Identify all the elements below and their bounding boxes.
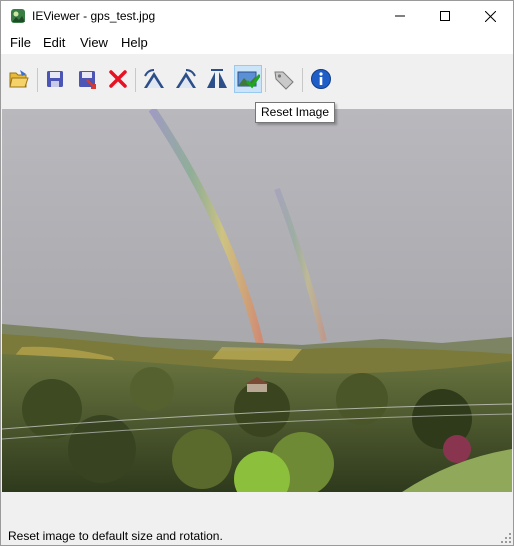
resize-grip-icon[interactable]: [501, 533, 511, 543]
rotate-left-icon: [144, 69, 164, 88]
menu-file[interactable]: File: [10, 35, 31, 50]
rotate-left-button[interactable]: [140, 65, 168, 93]
toolbar: [1, 56, 513, 104]
maximize-button[interactable]: [422, 1, 468, 31]
app-logo-icon: [11, 9, 25, 23]
menu-bar: File Edit View Help: [1, 31, 513, 54]
flip-icon: [207, 69, 227, 88]
status-bar: Reset image to default size and rotation…: [1, 525, 513, 545]
delete-button[interactable]: [104, 65, 132, 93]
open-button[interactable]: [5, 65, 33, 93]
save-as-icon: [79, 71, 96, 89]
close-icon: [484, 10, 496, 22]
minimize-button[interactable]: [377, 1, 423, 31]
menu-edit[interactable]: Edit: [43, 35, 65, 50]
save-button[interactable]: [41, 65, 69, 93]
minimize-icon: [395, 15, 405, 17]
info-button[interactable]: [307, 65, 335, 93]
landscape-photo: [2, 109, 512, 492]
reset-image-button[interactable]: [234, 65, 262, 93]
image-viewport[interactable]: [2, 109, 512, 492]
toolbar-separator: [135, 68, 136, 92]
floppy-disk-icon: [47, 71, 63, 87]
status-text: Reset image to default size and rotation…: [8, 529, 223, 543]
red-x-icon: [109, 70, 127, 88]
tooltip-reset-image: Reset Image: [255, 102, 336, 123]
close-button[interactable]: [467, 1, 513, 31]
toolbar-separator: [302, 68, 303, 92]
rotate-right-icon: [176, 69, 196, 88]
info-icon: [311, 69, 331, 89]
maximize-icon: [440, 11, 450, 21]
flip-button[interactable]: [203, 65, 231, 93]
save-as-button[interactable]: [73, 65, 101, 93]
toolbar-separator: [37, 68, 38, 92]
menu-view[interactable]: View: [80, 35, 108, 50]
title-bar: IEViewer - gps_test.jpg: [1, 1, 513, 31]
open-folder-icon: [9, 70, 29, 88]
menu-help[interactable]: Help: [121, 35, 148, 50]
reset-image-icon: [237, 71, 260, 89]
rotate-right-button[interactable]: [172, 65, 200, 93]
tag-icon: [274, 71, 294, 90]
tags-button[interactable]: [270, 65, 298, 93]
app-window: IEViewer - gps_test.jpg File Edit View H…: [0, 0, 514, 546]
toolbar-separator: [265, 68, 266, 92]
window-title: IEViewer - gps_test.jpg: [32, 9, 156, 23]
